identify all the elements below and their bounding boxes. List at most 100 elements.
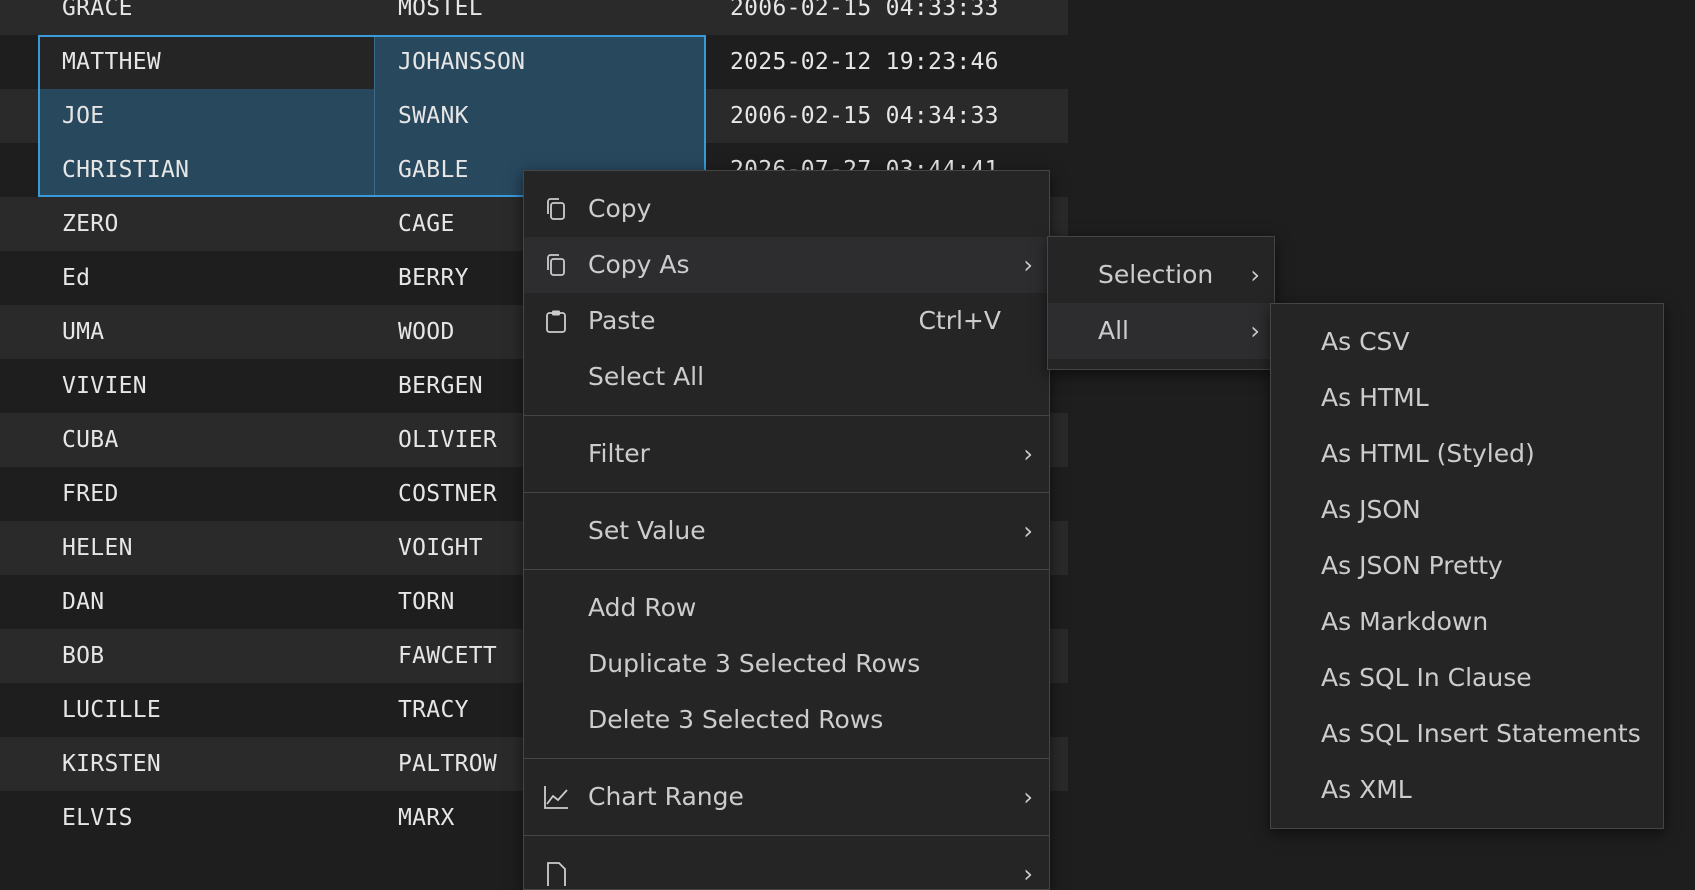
chevron-right-icon: ›: [1023, 251, 1033, 279]
chevron-right-icon: ›: [1250, 261, 1260, 289]
menu-separator: [524, 569, 1049, 570]
cell-last-name[interactable]: COSTNER: [398, 467, 497, 521]
menu-item-label: Set Value: [588, 516, 706, 545]
chevron-right-icon: ›: [1023, 440, 1033, 468]
menu-item-label: As HTML (Styled): [1321, 439, 1535, 468]
menu-item-label: As JSON: [1321, 495, 1421, 524]
cell-first-name[interactable]: LUCILLE: [62, 683, 161, 737]
menu-item-as-csv[interactable]: As CSV: [1271, 314, 1663, 370]
cell-first-name[interactable]: HELEN: [62, 521, 133, 575]
paste-icon: [546, 310, 566, 333]
menu-item-label: Selection: [1098, 260, 1214, 289]
menu-item-duplicate-rows[interactable]: Duplicate 3 Selected Rows: [524, 636, 1049, 692]
cell-first-name[interactable]: JOE: [62, 89, 104, 143]
shortcut-label: Ctrl+V: [918, 306, 1001, 335]
menu-separator: [524, 415, 1049, 416]
cell-last-name[interactable]: OLIVIER: [398, 413, 497, 467]
menu-item-label: As CSV: [1321, 327, 1410, 356]
cell-last-name[interactable]: WOOD: [398, 305, 455, 359]
menu-item-label: As XML: [1321, 775, 1412, 804]
chart-icon: [544, 786, 568, 809]
menu-item-label: As SQL Insert Statements: [1321, 719, 1641, 748]
cell-first-name[interactable]: CHRISTIAN: [62, 143, 189, 197]
cell-first-name[interactable]: BOB: [62, 629, 104, 683]
menu-item-set-value[interactable]: Set Value ›: [524, 503, 1049, 559]
menu-item-add-row[interactable]: Add Row: [524, 580, 1049, 636]
menu-item-selection[interactable]: Selection ›: [1048, 247, 1274, 303]
cell-first-name[interactable]: ZERO: [62, 197, 119, 251]
cell-last-name[interactable]: GABLE: [398, 143, 469, 197]
menu-item-label: As HTML: [1321, 383, 1429, 412]
cell-first-name[interactable]: FRED: [62, 467, 119, 521]
menu-item-all[interactable]: All ›: [1048, 303, 1274, 359]
cell-last-name[interactable]: SWANK: [398, 89, 469, 143]
cell-last-name[interactable]: TORN: [398, 575, 455, 629]
chevron-right-icon: ›: [1250, 317, 1260, 345]
menu-item-filter[interactable]: Filter ›: [524, 426, 1049, 482]
cell-last-name[interactable]: JOHANSSON: [398, 35, 525, 89]
cell-last-name[interactable]: BERRY: [398, 251, 469, 305]
cell-last-name[interactable]: MARX: [398, 791, 455, 845]
table-row[interactable]: JOE SWANK 2006-02-15 04:34:33: [0, 89, 1068, 143]
menu-item-copy[interactable]: Copy: [524, 181, 1049, 237]
menu-item-delete-rows[interactable]: Delete 3 Selected Rows: [524, 692, 1049, 748]
menu-item-as-xml[interactable]: As XML: [1271, 762, 1663, 818]
cell-last-update[interactable]: 2006-02-15 04:33:33: [730, 0, 999, 35]
file-icon: [547, 862, 566, 886]
menu-item-select-all[interactable]: Select All: [524, 349, 1049, 405]
cell-last-name[interactable]: VOIGHT: [398, 521, 483, 575]
cell-first-name[interactable]: VIVIEN: [62, 359, 147, 413]
menu-item-label: All: [1098, 316, 1129, 345]
menu-item-label: Chart Range: [588, 782, 744, 811]
menu-separator: [524, 758, 1049, 759]
chevron-right-icon: ›: [1023, 860, 1033, 888]
cell-first-name[interactable]: KIRSTEN: [62, 737, 161, 791]
menu-item-label: As JSON Pretty: [1321, 551, 1503, 580]
copy-icon: [547, 198, 565, 220]
table-row[interactable]: GRACE MOSTEL 2006-02-15 04:33:33: [0, 0, 1068, 35]
menu-item-as-html-styled[interactable]: As HTML (Styled): [1271, 426, 1663, 482]
chevron-right-icon: ›: [1023, 783, 1033, 811]
cell-last-name[interactable]: PALTROW: [398, 737, 497, 791]
menu-item-label: As Markdown: [1321, 607, 1489, 636]
table-row[interactable]: MATTHEW JOHANSSON 2025-02-12 19:23:46: [0, 35, 1068, 89]
menu-item-label: Duplicate 3 Selected Rows: [588, 649, 921, 678]
cell-last-name[interactable]: TRACY: [398, 683, 469, 737]
menu-item-copy-as[interactable]: Copy As ›: [524, 237, 1049, 293]
menu-item-label: Add Row: [588, 593, 697, 622]
menu-item-as-sql-insert[interactable]: As SQL Insert Statements: [1271, 706, 1663, 762]
cell-first-name[interactable]: CUBA: [62, 413, 119, 467]
menu-item-label: As SQL In Clause: [1321, 663, 1532, 692]
menu-item-label: Paste: [588, 306, 656, 335]
menu-item-as-json[interactable]: As JSON: [1271, 482, 1663, 538]
cell-last-name[interactable]: CAGE: [398, 197, 455, 251]
cell-first-name[interactable]: UMA: [62, 305, 104, 359]
cell-first-name[interactable]: ELVIS: [62, 791, 133, 845]
menu-item-paste[interactable]: Paste Ctrl+V: [524, 293, 1049, 349]
copy-as-submenu: Selection › All ›: [1047, 236, 1275, 370]
menu-item-as-html[interactable]: As HTML: [1271, 370, 1663, 426]
menu-item-label: Copy As: [588, 250, 690, 279]
cell-last-name[interactable]: MOSTEL: [398, 0, 483, 35]
menu-item-as-sql-in-clause[interactable]: As SQL In Clause: [1271, 650, 1663, 706]
menu-item-chart-range[interactable]: Chart Range ›: [524, 769, 1049, 825]
cell-last-name[interactable]: FAWCETT: [398, 629, 497, 683]
cell-first-name[interactable]: MATTHEW: [62, 35, 161, 89]
menu-item-label: Delete 3 Selected Rows: [588, 705, 884, 734]
context-menu: Copy Copy As › Paste Ctrl+V Select All F…: [523, 170, 1050, 890]
cell-last-update[interactable]: 2006-02-15 04:34:33: [730, 89, 999, 143]
menu-item-export-partial[interactable]: ›: [524, 846, 1049, 889]
cell-last-name[interactable]: BERGEN: [398, 359, 483, 413]
cell-first-name[interactable]: DAN: [62, 575, 104, 629]
menu-item-as-json-pretty[interactable]: As JSON Pretty: [1271, 538, 1663, 594]
menu-item-label: Filter: [588, 439, 650, 468]
menu-item-as-markdown[interactable]: As Markdown: [1271, 594, 1663, 650]
menu-item-label: Select All: [588, 362, 705, 391]
cell-first-name[interactable]: Ed: [62, 251, 90, 305]
menu-separator: [524, 835, 1049, 836]
cell-first-name[interactable]: GRACE: [62, 0, 133, 35]
menu-separator: [524, 492, 1049, 493]
chevron-right-icon: ›: [1023, 517, 1033, 545]
menu-item-label: Copy: [588, 194, 652, 223]
cell-last-update[interactable]: 2025-02-12 19:23:46: [730, 35, 999, 89]
